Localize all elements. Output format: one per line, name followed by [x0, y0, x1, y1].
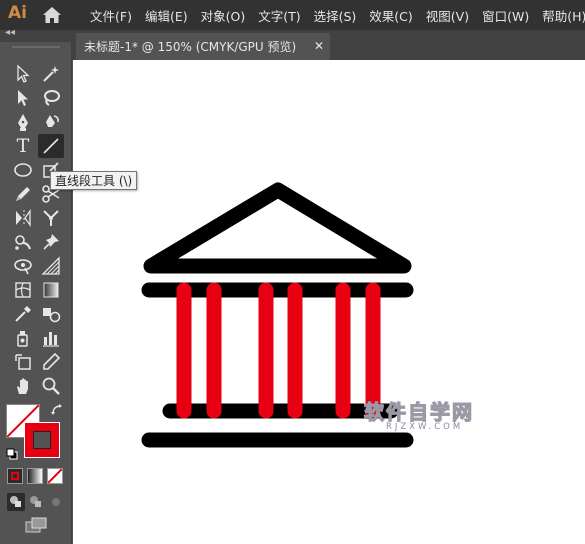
menu-file[interactable]: 文件(F): [90, 6, 132, 25]
pin-tool-icon[interactable]: [38, 230, 64, 254]
document-tab[interactable]: 未标题-1* @ 150% (CMYK/GPU 预览) ✕: [76, 33, 330, 60]
main-menu: 文件(F) 编辑(E) 对象(O) 文字(T) 选择(S) 效果(C) 视图(V…: [90, 0, 585, 30]
draw-inside-icon[interactable]: [47, 493, 65, 511]
perspective-grid-tool-icon[interactable]: [38, 254, 64, 278]
direct-selection-tool-icon[interactable]: [10, 86, 36, 110]
roof-triangle: [143, 182, 412, 274]
hand-tool-icon[interactable]: [10, 374, 36, 398]
ellipse-tool-icon[interactable]: [10, 158, 36, 182]
stroke-swatch[interactable]: [24, 422, 60, 458]
default-fill-stroke-icon[interactable]: [6, 445, 18, 460]
pen-tool-icon[interactable]: [10, 110, 36, 134]
magic-wand-tool-icon[interactable]: [38, 62, 64, 86]
none-mode-button[interactable]: [47, 468, 63, 484]
eyedropper-tool-icon[interactable]: [10, 302, 36, 326]
temple-artwork[interactable]: [73, 60, 585, 544]
mesh-tool-icon[interactable]: [10, 278, 36, 302]
app-logo: Ai: [8, 3, 27, 23]
type-tool-icon[interactable]: T: [10, 134, 36, 158]
swap-fill-stroke-icon[interactable]: [50, 402, 64, 416]
color-mode-button[interactable]: [7, 468, 23, 484]
menu-select[interactable]: 选择(S): [314, 6, 357, 25]
site-watermark: 软件自学网 RJZXW.COM: [363, 396, 508, 436]
rotate-tool-icon[interactable]: [10, 206, 36, 230]
lasso-tool-icon[interactable]: [38, 86, 64, 110]
slice-tool-icon[interactable]: [38, 350, 64, 374]
gradient-mode-button[interactable]: [27, 468, 43, 484]
draw-normal-icon[interactable]: [7, 493, 25, 511]
pencil-tool-icon[interactable]: [10, 182, 36, 206]
zoom-tool-icon[interactable]: [38, 374, 64, 398]
menu-window[interactable]: 窗口(W): [482, 6, 529, 25]
tool-tooltip: 直线段工具 (\): [50, 171, 138, 190]
artboard-canvas[interactable]: [73, 60, 585, 544]
menu-help[interactable]: 帮助(H): [542, 6, 585, 25]
selection-tool-icon[interactable]: [10, 62, 36, 86]
free-transform-tool-icon[interactable]: [38, 206, 64, 230]
artboard-tool-icon[interactable]: [10, 350, 36, 374]
column-graph-tool-icon[interactable]: [38, 326, 64, 350]
watermark-text: 软件自学网: [363, 399, 474, 424]
menu-type[interactable]: 文字(T): [258, 6, 300, 25]
blend-tool-icon[interactable]: [38, 302, 64, 326]
symbol-sprayer-tool-icon[interactable]: [10, 326, 36, 350]
draw-behind-icon[interactable]: [27, 493, 45, 511]
gradient-tool-icon[interactable]: [38, 278, 64, 302]
type-tool-glyph: T: [16, 135, 30, 157]
menu-bar: Ai 文件(F) 编辑(E) 对象(O) 文字(T) 选择(S) 效果(C) 视…: [0, 0, 585, 30]
watermark-url: RJZXW.COM: [386, 422, 464, 432]
menu-edit[interactable]: 编辑(E): [145, 6, 188, 25]
puppet-warp-tool-icon[interactable]: [10, 230, 36, 254]
menu-object[interactable]: 对象(O): [201, 6, 246, 25]
shape-builder-tool-icon[interactable]: [10, 254, 36, 278]
panel-grip[interactable]: [12, 46, 60, 48]
collapse-panel-icon[interactable]: ◂◂: [5, 27, 15, 38]
color-mode-swatch: [11, 472, 19, 480]
home-icon[interactable]: [42, 6, 62, 24]
close-tab-icon[interactable]: ✕: [314, 39, 324, 53]
menu-view[interactable]: 视图(V): [426, 6, 469, 25]
curvature-tool-icon[interactable]: [38, 110, 64, 134]
document-tab-title: 未标题-1* @ 150% (CMYK/GPU 预览): [84, 40, 297, 54]
menu-effect[interactable]: 效果(C): [369, 6, 412, 25]
tools-panel-header: ◂◂: [0, 27, 72, 42]
document-tab-bar: 未标题-1* @ 150% (CMYK/GPU 预览) ✕: [72, 30, 585, 60]
stroke-swatch-inner: [33, 431, 51, 449]
tools-panel: ◂◂ T: [0, 27, 72, 544]
line-segment-tool-icon[interactable]: [38, 134, 64, 158]
screen-mode-icon[interactable]: [24, 516, 48, 534]
